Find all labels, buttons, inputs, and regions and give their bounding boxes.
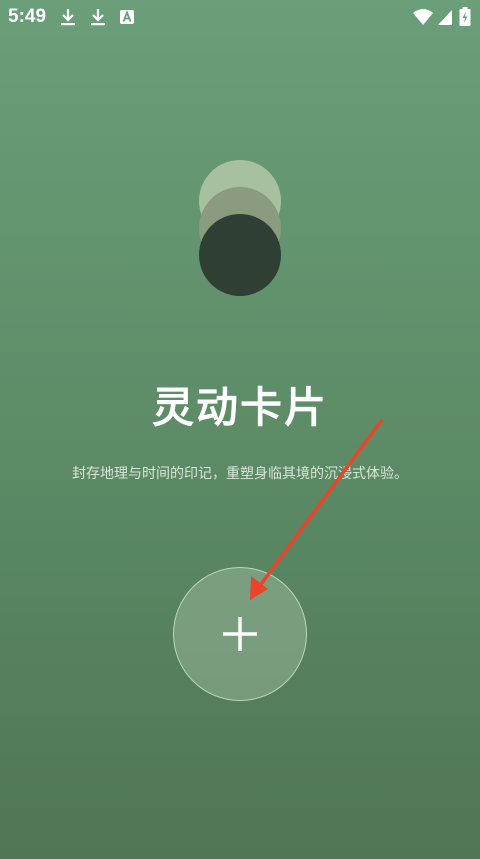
- signal-icon: [436, 7, 456, 27]
- font-icon: [118, 7, 138, 27]
- download-icon: [58, 7, 78, 27]
- page-subtitle: 封存地理与时间的印记，重塑身临其境的沉浸式体验。: [72, 466, 408, 482]
- download-icon: [88, 7, 108, 27]
- battery-charging-icon: [458, 7, 478, 27]
- wifi-icon: [412, 7, 433, 27]
- logo-circle-dark: [199, 214, 281, 296]
- plus-icon: [223, 617, 257, 651]
- app-logo: [199, 160, 281, 296]
- status-time: 5:49: [8, 6, 47, 27]
- status-bar: 5:49: [0, 0, 480, 34]
- page-title: 灵动卡片: [151, 383, 328, 432]
- add-card-button[interactable]: [173, 567, 307, 701]
